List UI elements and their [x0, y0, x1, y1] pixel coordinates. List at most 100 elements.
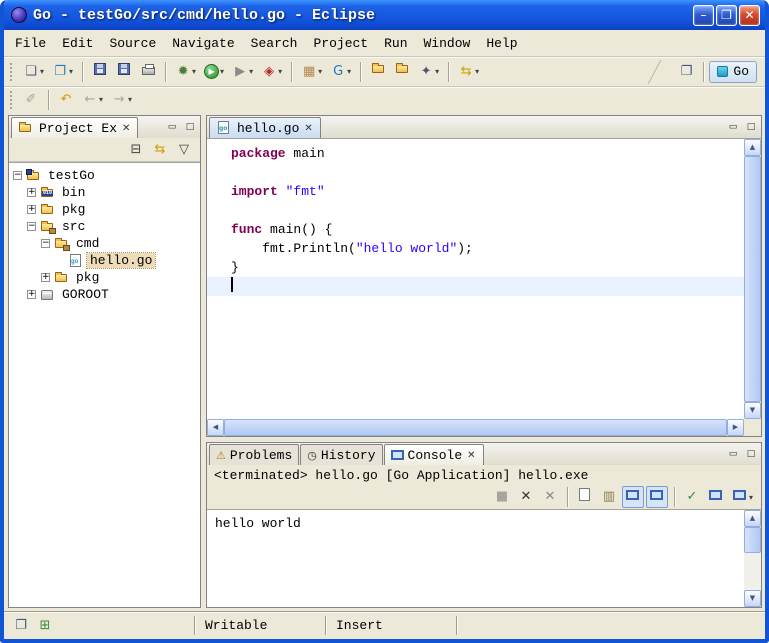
scrollbar-thumb[interactable]: [744, 527, 761, 553]
display-console-button[interactable]: [705, 486, 727, 508]
tree-expander-icon[interactable]: +: [41, 273, 50, 282]
vertical-scrollbar[interactable]: ▲ ▼: [744, 510, 761, 607]
code-line[interactable]: package main: [207, 144, 744, 163]
new-wizard-button[interactable]: ❏▾: [20, 61, 47, 83]
tree-expander-icon[interactable]: +: [27, 188, 36, 197]
code-line[interactable]: [207, 163, 744, 182]
fast-view-button[interactable]: ❐: [10, 615, 32, 637]
clear-console-button[interactable]: [574, 486, 596, 508]
tree-expander-icon[interactable]: −: [41, 239, 50, 248]
horizontal-scrollbar[interactable]: ◀ ▶: [207, 419, 744, 436]
scroll-lock-button[interactable]: ▥: [598, 486, 620, 508]
menu-search[interactable]: Search: [243, 33, 306, 54]
new-fast-view-button[interactable]: ⊞: [34, 615, 56, 637]
run-button[interactable]: ▶▾: [201, 61, 227, 83]
tab-problems[interactable]: ⚠Problems: [209, 444, 299, 465]
code-line[interactable]: import "fmt": [207, 182, 744, 201]
open-type-button[interactable]: [391, 61, 413, 83]
minimize-button[interactable]: –: [693, 5, 714, 26]
tree-expander-icon[interactable]: −: [27, 222, 36, 231]
toolbar-grip[interactable]: [10, 63, 14, 81]
tree-item-goroot[interactable]: +GOROOT: [9, 286, 200, 303]
close-icon[interactable]: ✕: [466, 450, 476, 461]
maximize-view-button[interactable]: □: [182, 119, 198, 135]
menu-run[interactable]: Run: [376, 33, 415, 54]
pin-console-button[interactable]: ✓: [681, 486, 703, 508]
menu-help[interactable]: Help: [478, 33, 525, 54]
external-tools-button[interactable]: ◈▾: [258, 61, 285, 83]
print-button[interactable]: [137, 61, 159, 83]
eclipse-logo-icon[interactable]: [11, 7, 27, 23]
menu-file[interactable]: File: [7, 33, 54, 54]
titlebar[interactable]: Go - testGo/src/cmd/hello.go - Eclipse –…: [4, 0, 765, 30]
close-button[interactable]: ✕: [739, 5, 760, 26]
tree-item-cmd[interactable]: −cmd: [9, 235, 200, 252]
scroll-right-button[interactable]: ▶: [727, 419, 744, 436]
tree-item-bin[interactable]: +010bin: [9, 184, 200, 201]
open-resource-button[interactable]: [367, 61, 389, 83]
menu-source[interactable]: Source: [101, 33, 164, 54]
scrollbar-thumb[interactable]: [744, 156, 761, 402]
remove-all-launches-button[interactable]: ✕: [539, 486, 561, 508]
search-button[interactable]: ✦▾: [415, 61, 442, 83]
maximize-button[interactable]: ❐: [716, 5, 737, 26]
toolbar-grip[interactable]: [10, 91, 14, 109]
link-with-editor-button[interactable]: ⇆: [149, 139, 171, 161]
tab-console[interactable]: Console✕: [384, 444, 484, 465]
console-output[interactable]: hello world: [207, 510, 744, 607]
minimize-view-button[interactable]: ▭: [725, 119, 741, 135]
code-line[interactable]: fmt.Println("hello world");: [207, 239, 744, 258]
scroll-up-button[interactable]: ▲: [744, 139, 761, 156]
scroll-down-button[interactable]: ▼: [744, 590, 761, 607]
code-line[interactable]: func main() {: [207, 220, 744, 239]
tree-item-pkg[interactable]: +pkg: [9, 201, 200, 218]
menu-navigate[interactable]: Navigate: [164, 33, 242, 54]
close-icon[interactable]: ✕: [121, 123, 131, 134]
vertical-scrollbar[interactable]: ▲ ▼: [744, 139, 761, 419]
code-line[interactable]: [207, 277, 744, 296]
tree-item-src[interactable]: −src: [9, 218, 200, 235]
tab-project-explorer[interactable]: Project Ex ✕: [11, 117, 138, 138]
close-icon[interactable]: ✕: [303, 123, 313, 134]
scroll-left-button[interactable]: ◀: [207, 419, 224, 436]
go-build-button[interactable]: G▾: [327, 61, 354, 83]
code-line[interactable]: }: [207, 258, 744, 277]
tree-expander-icon[interactable]: +: [27, 205, 36, 214]
open-perspective-button[interactable]: ❐: [675, 61, 697, 83]
menu-window[interactable]: Window: [416, 33, 479, 54]
scroll-down-button[interactable]: ▼: [744, 402, 761, 419]
minimize-view-button[interactable]: ▭: [725, 446, 741, 462]
tree-expander-icon[interactable]: −: [13, 171, 22, 180]
tree-item-hello-go[interactable]: gohello.go: [9, 252, 200, 269]
tree-item-pkg[interactable]: +pkg: [9, 269, 200, 286]
view-menu-button[interactable]: ▽: [173, 139, 195, 161]
last-edit-location-button[interactable]: ↶: [55, 89, 77, 111]
tab-history[interactable]: ◷History: [300, 444, 382, 465]
collapse-all-button[interactable]: ⊟: [125, 139, 147, 161]
debug-button[interactable]: ✹▾: [172, 61, 199, 83]
show-stdout-button[interactable]: [622, 486, 644, 508]
menu-edit[interactable]: Edit: [54, 33, 101, 54]
minimize-view-button[interactable]: ▭: [164, 119, 180, 135]
code-editor[interactable]: package main import "fmt" func main() { fm…: [207, 139, 744, 419]
open-console-button[interactable]: ▾: [729, 486, 756, 508]
save-button[interactable]: [89, 61, 111, 83]
tree-expander-icon[interactable]: +: [27, 290, 36, 299]
show-stderr-button[interactable]: [646, 486, 668, 508]
maximize-view-button[interactable]: □: [743, 446, 759, 462]
tab-hello-go[interactable]: go hello.go ✕: [209, 117, 321, 138]
remove-launch-button[interactable]: ✕: [515, 486, 537, 508]
maximize-view-button[interactable]: □: [743, 119, 759, 135]
code-line[interactable]: [207, 201, 744, 220]
scroll-up-button[interactable]: ▲: [744, 510, 761, 527]
run-last-button[interactable]: ▶▾: [229, 61, 256, 83]
open-resource-button-glyph-icon: [370, 61, 386, 82]
tree-item-testgo[interactable]: −testGo: [9, 167, 200, 184]
save-all-button[interactable]: [113, 61, 135, 83]
new-go-package-button[interactable]: ▦▾: [298, 61, 325, 83]
new-go-element-button[interactable]: ❐▾: [49, 61, 76, 83]
go-perspective-button[interactable]: Go: [709, 61, 757, 83]
menu-project[interactable]: Project: [305, 33, 376, 54]
team-sync-button[interactable]: ⇆▾: [455, 61, 482, 83]
scrollbar-thumb[interactable]: [224, 419, 727, 436]
